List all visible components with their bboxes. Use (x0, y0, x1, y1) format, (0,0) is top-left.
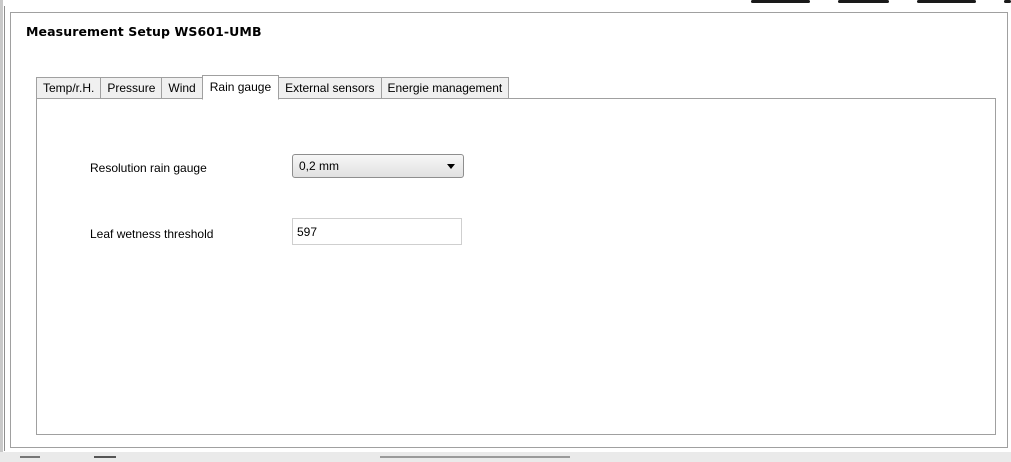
fragment-mark (380, 456, 570, 458)
resolution-rain-gauge-label: Resolution rain gauge (90, 161, 207, 175)
tab-rain-gauge[interactable]: Rain gauge (201, 75, 280, 100)
leaf-wetness-threshold-input[interactable] (292, 218, 462, 245)
rain-gauge-panel (36, 98, 996, 435)
chevron-down-icon (447, 164, 455, 169)
fragment-mark (917, 0, 977, 3)
tab-temp-rh[interactable]: Temp/r.H. (36, 77, 102, 99)
background-window-bottom (0, 452, 1011, 462)
fragment-mark (94, 456, 116, 458)
tab-external-sensors[interactable]: External sensors (278, 77, 382, 99)
leaf-wetness-threshold-label: Leaf wetness threshold (90, 227, 214, 241)
resolution-rain-gauge-dropdown[interactable]: 0,2 mm (292, 154, 464, 178)
tab-pressure[interactable]: Pressure (100, 77, 163, 99)
background-text-fragment (751, 0, 1011, 6)
tab-energie-management[interactable]: Energie management (380, 77, 510, 99)
window-edge-line (4, 6, 5, 451)
fragment-mark (1004, 0, 1011, 3)
fragment-mark (20, 456, 40, 458)
tab-bar: Temp/r.H. Pressure Wind Rain gauge Exter… (36, 74, 510, 100)
fragment-mark (751, 0, 811, 3)
window-edge (0, 0, 3, 462)
fragment-mark (838, 0, 889, 3)
resolution-value: 0,2 mm (299, 159, 340, 173)
background-window-fragment (0, 0, 1011, 12)
dialog-title: Measurement Setup WS601-UMB (26, 24, 262, 39)
tab-wind[interactable]: Wind (161, 77, 203, 99)
